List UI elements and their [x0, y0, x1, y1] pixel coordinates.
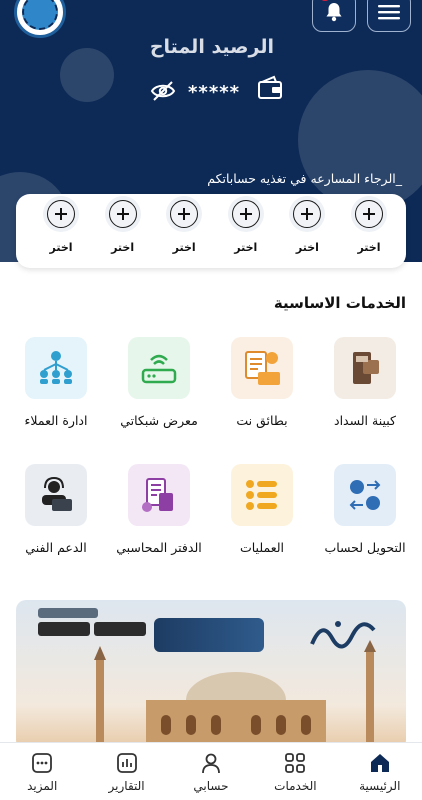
balance-hidden-value: *****	[188, 82, 241, 103]
quick-slot[interactable]: اختر	[106, 200, 140, 268]
grid-icon	[285, 752, 306, 773]
app-store-badge	[94, 622, 146, 636]
quick-slot-label: اختر	[111, 241, 135, 254]
quick-slot[interactable]: اختر	[229, 200, 263, 268]
nav-label: التقارير	[108, 778, 145, 793]
quick-slot[interactable]: اختر	[352, 200, 386, 268]
nav-label: حسابي	[193, 778, 229, 793]
plus-circle-icon	[231, 200, 260, 228]
plus-circle-icon	[293, 200, 322, 228]
accounting-book-icon	[128, 464, 190, 526]
user-icon	[202, 753, 220, 773]
home-icon	[370, 753, 389, 772]
quick-slot[interactable]: اختر	[290, 200, 324, 268]
nav-reports[interactable]: التقارير	[85, 751, 169, 793]
services-title: الخدمات الاساسية	[273, 294, 406, 312]
nav-label: المزيد	[27, 778, 58, 793]
service-label: بطائق نت	[236, 413, 288, 428]
plus-circle-icon	[47, 200, 75, 228]
quick-slot[interactable]: اختر	[44, 200, 78, 268]
bell-icon	[326, 3, 342, 22]
service-technical-support[interactable]: الدعم الفني	[10, 464, 102, 564]
quick-slot[interactable]: اختر	[167, 200, 201, 268]
menu-button[interactable]	[367, 0, 411, 32]
service-label: معرض شبكاتي	[120, 413, 198, 428]
decor-bubble	[298, 70, 422, 210]
hamburger-icon	[378, 5, 400, 20]
more-icon	[32, 752, 53, 773]
plus-circle-icon	[170, 200, 199, 228]
service-label: التحويل لحساب	[324, 540, 406, 555]
quick-slots-card: اختر اختر اختر اختر اختر اختر	[16, 194, 406, 268]
google-play-badge	[38, 622, 90, 636]
service-accounting-book[interactable]: الدفتر المحاسبي	[113, 464, 205, 564]
avatar[interactable]	[14, 0, 66, 38]
quick-slot-label: اختر	[172, 241, 196, 254]
service-network-gallery[interactable]: معرض شبكاتي	[113, 337, 205, 437]
mosque-illustration-icon	[94, 640, 376, 750]
service-label: العمليات	[239, 540, 285, 555]
quick-slot-label: اختر	[49, 241, 73, 254]
decor-bubble	[60, 48, 114, 102]
nav-label: الخدمات	[274, 778, 317, 793]
plus-circle-icon	[108, 200, 137, 228]
wallet-icon	[258, 75, 282, 99]
balance-title: الرصيد المتاح	[149, 36, 274, 58]
nav-label: الرئيسية	[359, 778, 401, 793]
plus-circle-icon	[354, 200, 383, 228]
quick-slot-label: اختر	[295, 241, 319, 254]
bottom-navigation: الرئيسية الخدمات حسابي التقارير المزيد	[0, 742, 422, 800]
funding-notice: الرجاء المسارعه في تغذيه حساباتكم_	[207, 171, 402, 186]
nav-services[interactable]: الخدمات	[253, 751, 337, 793]
nav-my-account[interactable]: حسابي	[169, 751, 253, 793]
eye-off-icon[interactable]	[150, 80, 176, 102]
quick-slot-label: اختر	[234, 241, 258, 254]
nav-home[interactable]: الرئيسية	[338, 751, 422, 793]
service-label: ادارة العملاء	[24, 413, 88, 428]
quick-slot-label: اختر	[357, 241, 381, 254]
nav-more[interactable]: المزيد	[0, 751, 84, 793]
service-transfer-to-account[interactable]: التحويل لحساب	[319, 464, 411, 564]
banner-caption-bar	[38, 608, 98, 618]
service-label: الدعم الفني	[25, 540, 87, 555]
promo-banner[interactable]	[16, 600, 406, 750]
service-label: الدفتر المحاسبي	[116, 540, 202, 555]
router-icon	[128, 337, 190, 399]
service-net-cards[interactable]: بطائق نت	[216, 337, 308, 437]
service-customer-management[interactable]: ادارة العملاء	[10, 337, 102, 437]
service-label: كبينة السداد	[334, 413, 396, 428]
customers-network-icon	[25, 337, 87, 399]
transfer-icon	[334, 464, 396, 526]
service-operations[interactable]: العمليات	[216, 464, 308, 564]
support-agent-icon	[25, 464, 87, 526]
operations-list-icon	[231, 464, 293, 526]
net-cards-icon	[231, 337, 293, 399]
service-payment-cabinet[interactable]: كبينة السداد	[319, 337, 411, 437]
reports-icon	[116, 752, 137, 773]
payment-cabinet-icon	[334, 337, 396, 399]
notifications-button[interactable]	[312, 0, 356, 32]
